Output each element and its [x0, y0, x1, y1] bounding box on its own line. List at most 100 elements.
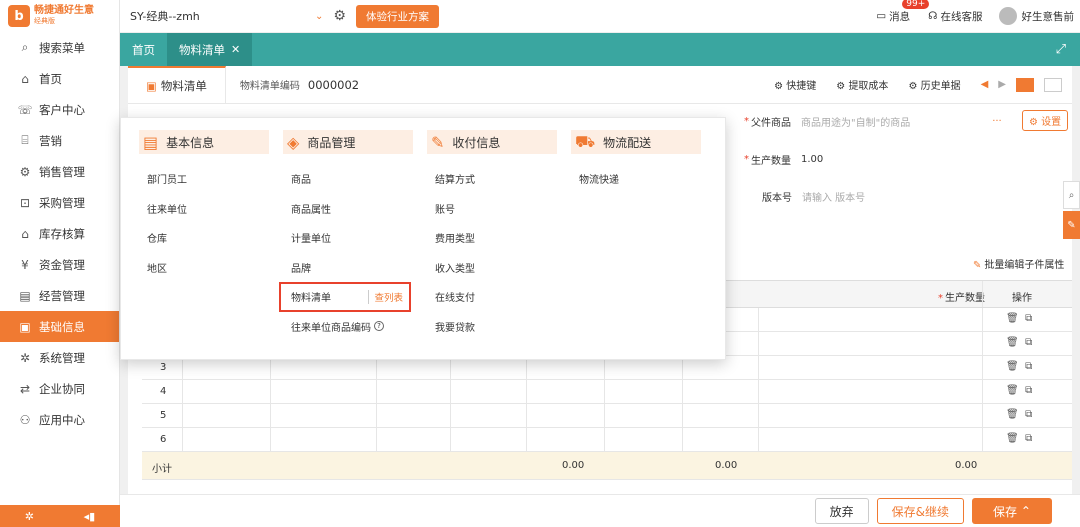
doc-tab-bom[interactable]: ▣ 物料清单: [128, 65, 226, 104]
parent-product-input[interactable]: 商品用途为"自制"的商品: [801, 114, 910, 129]
sidebar-item-10[interactable]: ✲ 系统管理: [0, 342, 119, 373]
menu-item[interactable]: 部门员工: [139, 164, 269, 194]
menu-item[interactable]: 商品: [283, 164, 413, 194]
tab-home[interactable]: 首页: [120, 33, 167, 66]
prev-icon[interactable]: ◀: [981, 79, 989, 90]
sidebar-item-8[interactable]: ▤ 经营管理: [0, 280, 119, 311]
collapse-sidebar-icon[interactable]: ◂▮: [84, 510, 96, 523]
save-continue-button[interactable]: 保存&继续: [876, 498, 964, 524]
batch-edit-button[interactable]: ✎ 批量编辑子件属性: [973, 256, 1064, 271]
sidebar-item-9[interactable]: ▣ 基础信息: [0, 311, 119, 342]
field-label: 父件商品: [751, 118, 791, 129]
sidebar-item-4[interactable]: ⚙ 销售管理: [0, 156, 119, 187]
sidebar-item-6[interactable]: ⌂ 库存核算: [0, 218, 119, 249]
fullscreen-icon[interactable]: ⤢: [1042, 33, 1080, 66]
history-button[interactable]: ⚙ 历史单据: [908, 77, 970, 92]
messages-label: 消息: [889, 10, 911, 23]
copy-icon[interactable]: ⧉: [1025, 337, 1032, 348]
chevron-down-icon[interactable]: ⌄: [315, 11, 323, 22]
row-actions[interactable]: 🗑 ⧉: [1006, 385, 1032, 396]
messages-button[interactable]: ▭ 消息 99+: [876, 0, 930, 24]
sidebar-footer: ✲ ◂▮: [0, 505, 120, 527]
close-icon[interactable]: ✕: [231, 43, 240, 56]
menu-item[interactable]: 费用类型: [427, 223, 557, 253]
menu-item[interactable]: 结算方式: [427, 164, 557, 194]
parent-product-field[interactable]: * 父件商品 商品用途为"自制"的商品 ···: [744, 114, 1002, 129]
help-icon[interactable]: ?: [374, 321, 384, 332]
quantity-field[interactable]: * 生产数量 1.00: [744, 152, 823, 167]
menu-item[interactable]: 往来单位: [139, 194, 269, 224]
copy-icon[interactable]: ⧉: [1025, 385, 1032, 396]
version-field[interactable]: 版本号 请输入 版本号: [762, 189, 865, 204]
sidebar-item-2[interactable]: ☏ 客户中心: [0, 94, 119, 125]
settings-icon[interactable]: ✲: [25, 510, 34, 523]
copy-icon[interactable]: ⧉: [1025, 313, 1032, 324]
menu-item[interactable]: 地区: [139, 253, 269, 283]
edit-side-icon[interactable]: ✎: [1063, 211, 1080, 239]
cancel-button[interactable]: 放弃: [814, 498, 869, 524]
menu-item[interactable]: 计量单位: [283, 223, 413, 253]
sidebar-item-3[interactable]: ⌸ 营销: [0, 125, 119, 156]
menu-item[interactable]: 品牌: [283, 253, 413, 283]
trial-industry-button[interactable]: 体验行业方案: [355, 4, 439, 28]
online-service-button[interactable]: ☊ 在线客服: [928, 9, 982, 24]
view-list-link[interactable]: 查列表: [368, 289, 403, 304]
list-view-icon[interactable]: [1044, 77, 1062, 92]
sidebar-item-0[interactable]: ⌕ 搜索菜单: [0, 32, 119, 63]
menu-item[interactable]: 在线支付: [427, 282, 557, 312]
sidebar-item-12[interactable]: ⚇ 应用中心: [0, 404, 119, 435]
table-row[interactable]: 5 🗑 ⧉: [142, 404, 1072, 428]
row-actions[interactable]: 🗑 ⧉: [1006, 433, 1032, 444]
table-row[interactable]: 6 🗑 ⧉: [142, 428, 1072, 452]
menu-item-bom[interactable]: 物料清单 查列表: [279, 282, 411, 312]
more-icon[interactable]: ···: [992, 116, 1002, 127]
menu-item-label: 计量单位: [291, 234, 331, 246]
sidebar-item-7[interactable]: ¥ 资金管理: [0, 249, 119, 280]
field-label: 版本号: [762, 193, 792, 204]
avatar: [998, 7, 1017, 25]
sidebar-item-label: 经营管理: [39, 288, 85, 303]
shortcut-button[interactable]: ⚙ 快捷键: [774, 77, 826, 92]
copy-icon[interactable]: ⧉: [1025, 361, 1032, 372]
sidebar-item-label: 搜索菜单: [39, 40, 85, 55]
table-row[interactable]: 4 🗑 ⧉: [142, 380, 1072, 404]
report-icon: ▤: [19, 288, 31, 303]
quantity-input[interactable]: 1.00: [801, 154, 823, 165]
menu-item[interactable]: 我要贷款: [427, 312, 557, 342]
attachment-icon[interactable]: ⌕: [1063, 181, 1080, 209]
form-view-icon[interactable]: [1016, 77, 1034, 92]
menu-item[interactable]: 物流快递: [571, 164, 701, 194]
menu-item-label: 品牌: [291, 263, 311, 275]
delete-icon[interactable]: 🗑: [1006, 337, 1019, 348]
delete-icon[interactable]: 🗑: [1006, 313, 1019, 324]
menu-item[interactable]: 收入类型: [427, 253, 557, 283]
menu-item[interactable]: 仓库: [139, 223, 269, 253]
menu-item[interactable]: 商品属性: [283, 194, 413, 224]
delete-icon[interactable]: 🗑: [1006, 409, 1019, 420]
user-menu[interactable]: 好生意售前: [998, 7, 1074, 25]
sidebar-item-label: 库存核算: [39, 226, 85, 241]
delete-icon[interactable]: 🗑: [1006, 361, 1019, 372]
gear-icon[interactable]: ⚙: [333, 8, 346, 24]
menu-item[interactable]: 往来单位商品编码?: [283, 312, 413, 342]
version-input[interactable]: 请输入 版本号: [802, 189, 865, 204]
sidebar-item-11[interactable]: ⇄ 企业协同: [0, 373, 119, 404]
sidebar-item-1[interactable]: ⌂ 首页: [0, 63, 119, 94]
extract-cost-button[interactable]: ⚙ 提取成本: [836, 77, 898, 92]
row-actions[interactable]: 🗑 ⧉: [1006, 361, 1032, 372]
row-actions[interactable]: 🗑 ⧉: [1006, 337, 1032, 348]
settings-button[interactable]: ⚙ 设置: [1022, 110, 1069, 131]
tab-bom[interactable]: 物料清单 ✕: [167, 33, 253, 66]
row-actions[interactable]: 🗑 ⧉: [1006, 409, 1032, 420]
next-icon[interactable]: ▶: [998, 79, 1006, 90]
sidebar-item-5[interactable]: ⊡ 采购管理: [0, 187, 119, 218]
copy-icon[interactable]: ⧉: [1025, 433, 1032, 444]
save-button[interactable]: 保存 ⌃: [972, 498, 1052, 524]
row-actions[interactable]: 🗑 ⧉: [1006, 313, 1032, 324]
menu-item[interactable]: 账号: [427, 194, 557, 224]
logo[interactable]: b 畅捷通好生意 经典版: [0, 0, 119, 32]
copy-icon[interactable]: ⧉: [1025, 409, 1032, 420]
account-selector[interactable]: SY-经典--zmh: [130, 8, 315, 24]
delete-icon[interactable]: 🗑: [1006, 433, 1019, 444]
delete-icon[interactable]: 🗑: [1006, 385, 1019, 396]
